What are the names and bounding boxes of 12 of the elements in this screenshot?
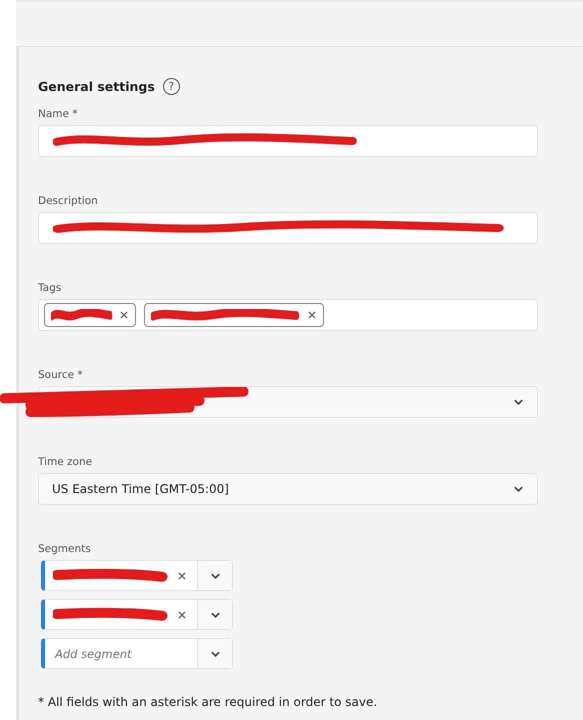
help-icon[interactable]: ?: [162, 78, 180, 94]
field-label: Tags: [38, 282, 62, 294]
section-title: General settings: [38, 78, 155, 94]
field-label: Description: [38, 195, 99, 207]
field-label: Name *: [38, 108, 79, 120]
segment-field[interactable]: Add segment: [41, 638, 233, 669]
field-label: Segments: [38, 543, 92, 555]
placeholder-text: Add segment: [54, 646, 132, 660]
footer-note: * All fields with an asterisk are required in order to save.: [38, 695, 378, 709]
field-label: Time zone: [38, 456, 94, 468]
dropdown-field[interactable]: US Eastern Time [GMT-05:00]: [38, 473, 538, 505]
field-label: Source *: [38, 369, 84, 381]
